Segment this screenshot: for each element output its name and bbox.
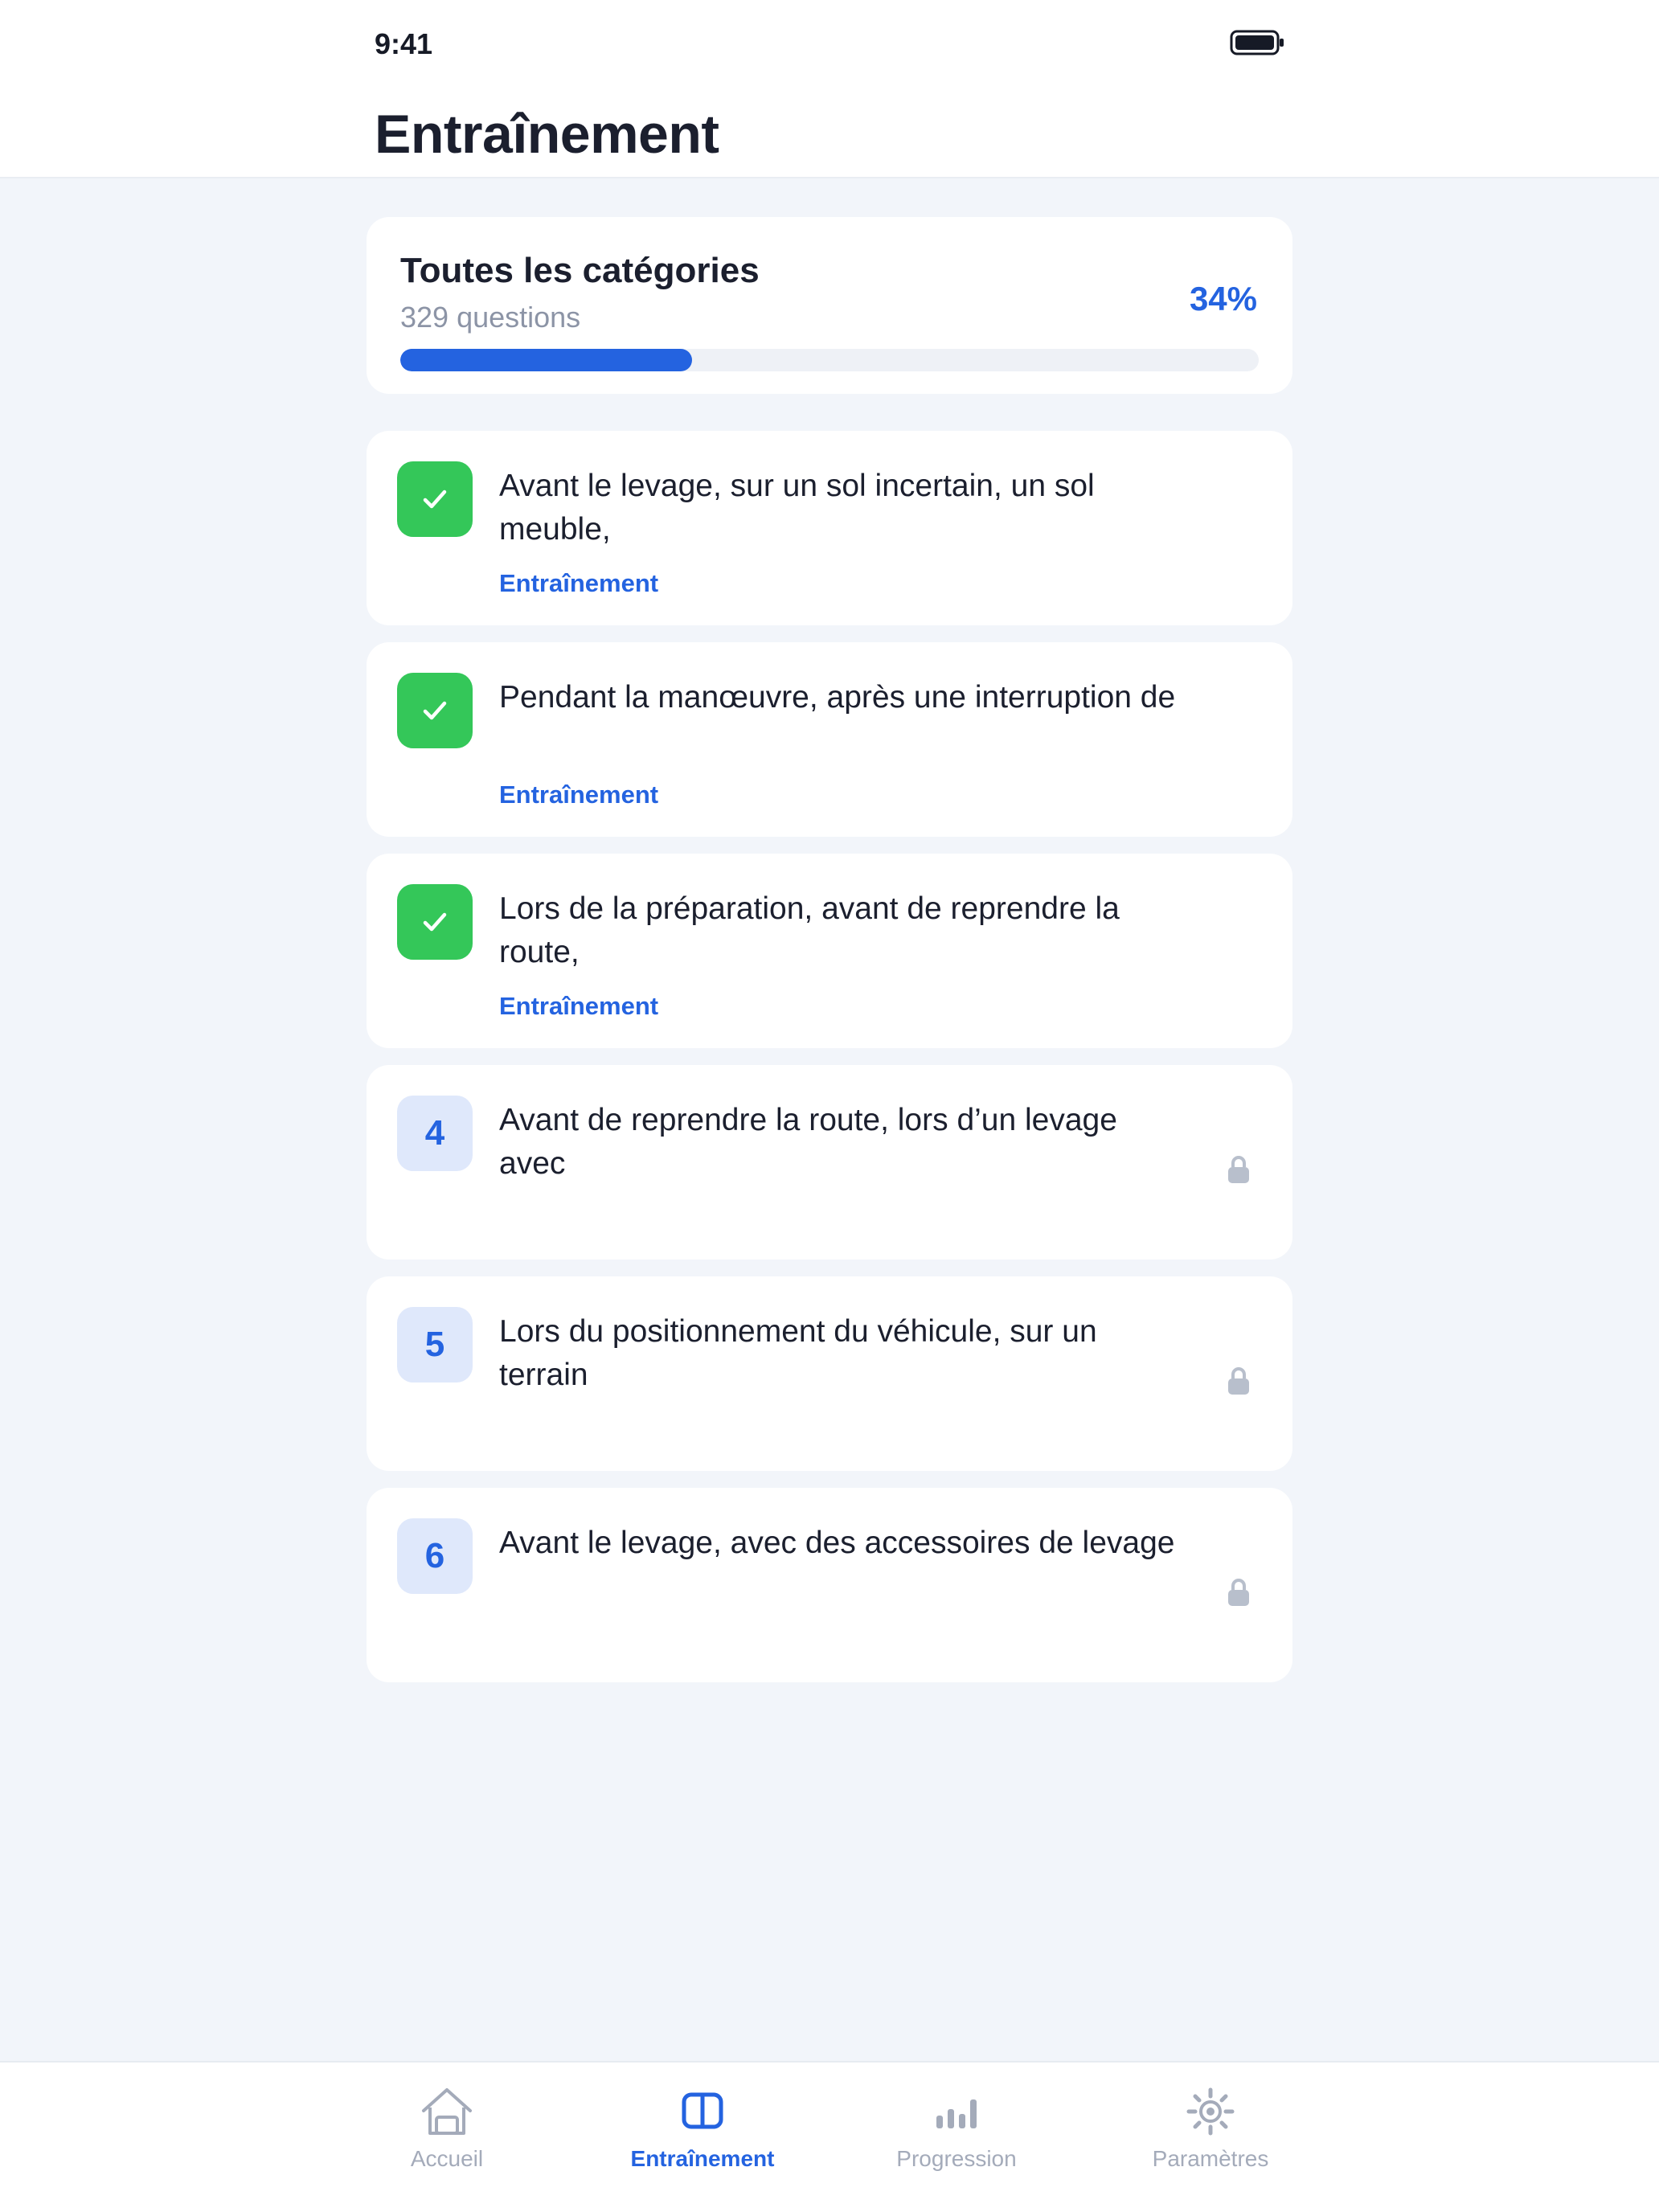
tab-bar: Accueil Entraînement Progression Paramètres [0,2061,1659,2212]
question-text: Lors de la préparation, avant de reprend… [499,891,1120,969]
question-text: Avant le levage, sur un sol incertain, u… [499,469,1095,547]
tab-label: Accueil [410,2146,484,2171]
question-text: Avant de reprendre la route, lors d’un l… [499,1103,1117,1181]
check-icon [397,461,473,537]
all-categories-card[interactable]: Toutes les catégories 329 questions 34% [367,217,1292,394]
progress-bar [400,349,1259,371]
lock-icon [1228,1367,1249,1395]
progress-bar-fill [400,349,693,371]
battery-icon [1230,30,1284,55]
check-icon [397,884,473,960]
question-text: Avant le levage, avec des accessoires de… [499,1526,1175,1560]
question-text: Pendant la manœuvre, après une interrupt… [499,680,1176,715]
progress-percent: 34% [1189,280,1257,317]
question-card[interactable]: Lors de la préparation, avant de reprend… [367,854,1292,1048]
question-tag: Entraînement [499,780,659,809]
home-icon [417,2083,477,2140]
question-count: 329 questions [400,301,581,334]
tab-label: Paramètres [1152,2146,1269,2171]
question-text: Lors du positionnement du véhicule, sur … [499,1314,1097,1392]
question-card[interactable]: 4 Avant de reprendre la route, lors d’un … [367,1065,1292,1260]
question-card[interactable]: Pendant la manœuvre, après une interrupt… [367,642,1292,837]
lock-icon [1228,1156,1249,1183]
status-time: 9:41 [375,27,433,60]
question-card[interactable]: 6 Avant le levage, avec des accessoires d… [367,1488,1292,1682]
tab-label: Progression [896,2146,1017,2171]
question-number-badge: 5 [397,1307,473,1382]
question-card[interactable]: 5 Lors du positionnement du véhicule, sur… [367,1276,1292,1471]
question-tag: Entraînement [499,992,659,1020]
page-title: Entraînement [375,104,719,165]
tab-gear[interactable]: Paramètres [1106,2062,1315,2212]
tab-bar-chart[interactable]: Progression [852,2062,1061,2212]
tab-home[interactable]: Accueil [342,2062,551,2212]
tab-book[interactable]: Entraînement [598,2062,807,2212]
tab-label: Entraînement [630,2146,775,2171]
question-tag: Entraînement [499,569,659,597]
check-icon [397,673,473,748]
lock-icon [1228,1579,1249,1606]
question-card[interactable]: Avant le levage, sur un sol incertain, u… [367,431,1292,625]
question-number-badge: 6 [397,1518,473,1594]
book-icon [673,2083,732,2140]
header-bar: 9:41 Entraînement [0,0,1659,178]
bar-chart-icon [927,2083,986,2140]
summary-title: Toutes les catégories [400,251,760,290]
gear-icon [1181,2083,1240,2140]
question-number-badge: 4 [397,1096,473,1171]
